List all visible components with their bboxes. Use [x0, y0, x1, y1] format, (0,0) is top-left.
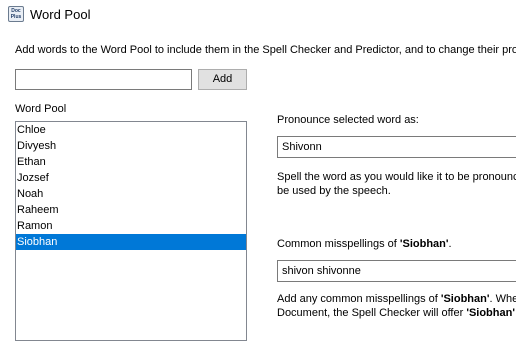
list-item[interactable]: Divyesh — [16, 138, 246, 154]
pronounce-input[interactable]: Shivonn — [277, 136, 516, 158]
misspellings-help1-suffix: . Wher — [489, 293, 516, 305]
pronounce-help-text: Spell the word as you would like it to b… — [277, 170, 516, 198]
word-pool-list[interactable]: Chloe Divyesh Ethan Jozsef Noah Raheem R… — [15, 121, 247, 341]
misspellings-label: Common misspellings of 'Siobhan'. — [277, 238, 452, 250]
app-icon: Doc Plus — [8, 6, 24, 22]
list-item[interactable]: Noah — [16, 186, 246, 202]
misspellings-help-line2: Document, the Spell Checker will offer '… — [277, 306, 516, 320]
list-item[interactable]: Jozsef — [16, 170, 246, 186]
misspellings-help2-prefix: Document, the Spell Checker will offer — [277, 307, 467, 319]
misspellings-help-line1: Add any common misspellings of 'Siobhan'… — [277, 292, 516, 306]
pronounce-label: Pronounce selected word as: — [277, 114, 419, 126]
add-button[interactable]: Add — [198, 69, 247, 90]
title-bar: Doc Plus Word Pool — [0, 0, 516, 30]
misspellings-help1-prefix: Add any common misspellings of — [277, 293, 441, 305]
misspellings-help1-word: 'Siobhan' — [440, 293, 490, 305]
misspellings-help2-word: 'Siobhan' — [466, 307, 515, 319]
word-pool-label: Word Pool — [15, 103, 67, 115]
pronounce-help-line1: Spell the word as you would like it to b… — [277, 171, 516, 183]
list-item[interactable]: Chloe — [16, 122, 246, 138]
misspellings-label-word: 'Siobhan' — [399, 238, 449, 250]
list-item[interactable]: Raheem — [16, 202, 246, 218]
misspellings-label-suffix: . — [448, 238, 452, 250]
pronounce-help-line2: be used by the speech. — [277, 185, 391, 197]
intro-text: Add words to the Word Pool to include th… — [15, 44, 516, 56]
list-item[interactable]: Ethan — [16, 154, 246, 170]
window-title: Word Pool — [30, 7, 91, 22]
list-item-selected[interactable]: Siobhan — [16, 234, 246, 250]
misspellings-label-prefix: Common misspellings of — [277, 238, 400, 250]
misspellings-help-text: Add any common misspellings of 'Siobhan'… — [277, 292, 516, 320]
misspellings-input[interactable]: shivon shivonne — [277, 260, 516, 282]
list-item[interactable]: Ramon — [16, 218, 246, 234]
add-word-input[interactable] — [15, 69, 192, 90]
